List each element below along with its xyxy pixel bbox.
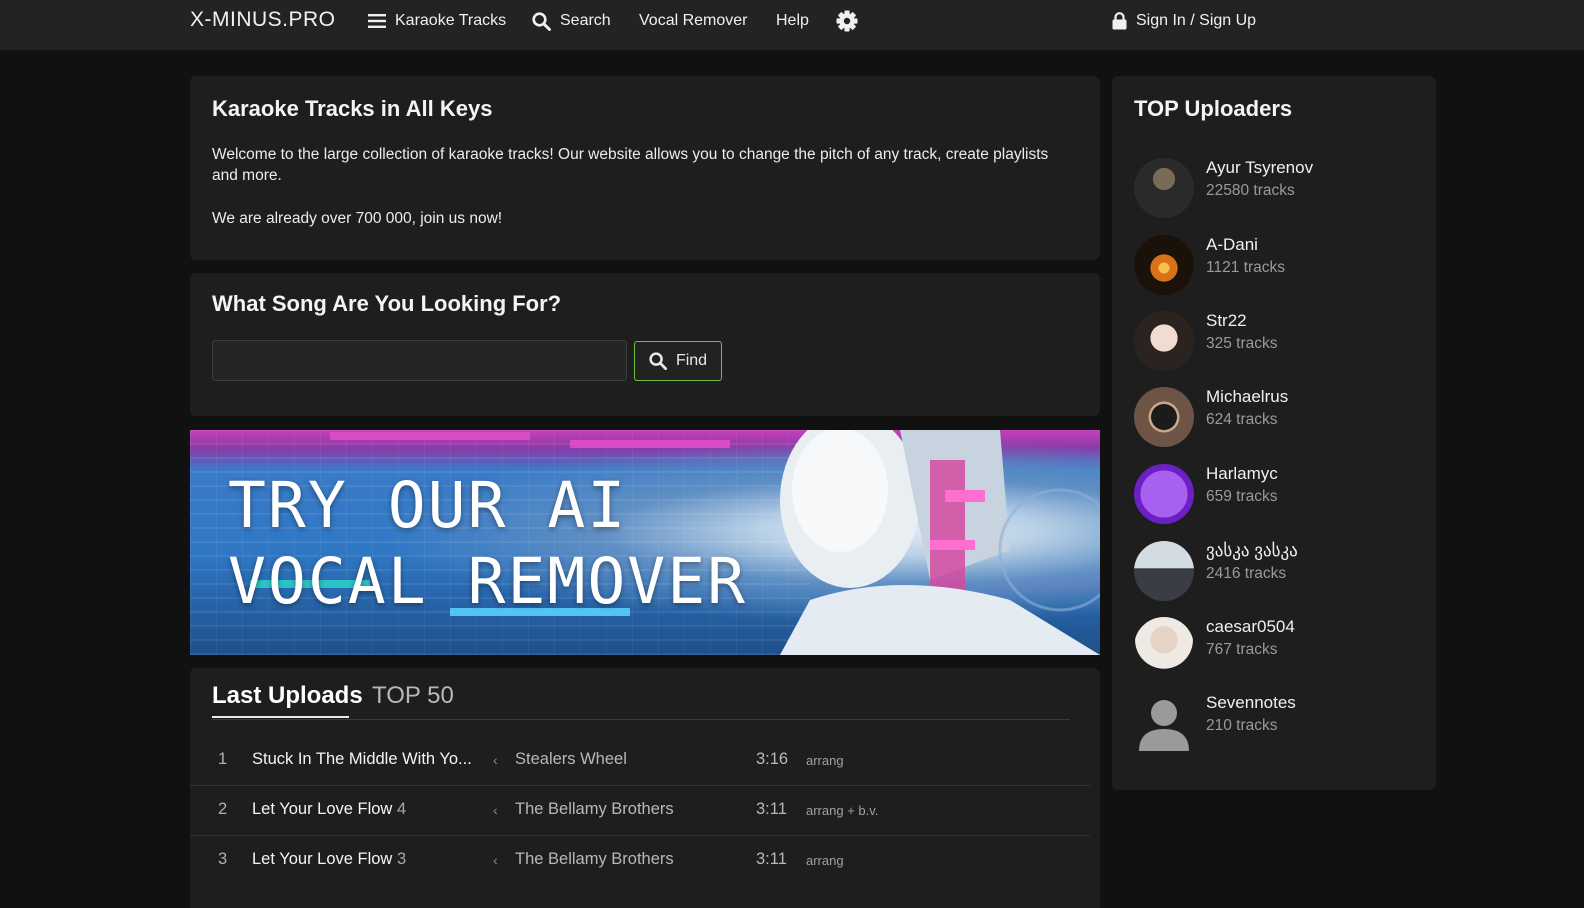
avatar bbox=[1134, 311, 1194, 371]
track-duration: 3:11 bbox=[756, 800, 787, 818]
uploader-track-count: 659 tracks bbox=[1206, 488, 1278, 505]
avatar bbox=[1134, 464, 1194, 524]
track-title[interactable]: Stuck In The Middle With Yo... bbox=[252, 750, 472, 769]
tab-top-50[interactable]: TOP 50 bbox=[372, 682, 454, 710]
track-version: 3 bbox=[396, 850, 407, 868]
top-uploaders-title: TOP Uploaders bbox=[1134, 96, 1293, 121]
track-row[interactable]: 2 Let Your Love Flow 4 ‹ The Bellamy Bro… bbox=[190, 786, 1090, 836]
uploader-track-count: 767 tracks bbox=[1206, 641, 1278, 658]
uploader-track-count: 325 tracks bbox=[1206, 335, 1278, 352]
track-number: 3 bbox=[218, 850, 228, 868]
track-duration: 3:16 bbox=[756, 750, 789, 768]
avatar bbox=[1134, 387, 1194, 447]
track-tag: arrang + b.v. bbox=[806, 803, 879, 818]
chevron-left-icon: ‹ bbox=[493, 852, 498, 868]
uploader-name: Michaelrus bbox=[1206, 387, 1289, 406]
robot-illustration bbox=[780, 430, 1100, 655]
uploader-name: ვასკა ვასკა bbox=[1206, 541, 1298, 560]
banner-line-2: VOCAL REMOVER bbox=[228, 545, 748, 618]
track-row[interactable]: 3 Let Your Love Flow 3 ‹ The Bellamy Bro… bbox=[190, 836, 1090, 886]
nav-search-label: Search bbox=[560, 12, 611, 29]
track-duration: 3:11 bbox=[756, 850, 787, 868]
track-artist[interactable]: Stealers Wheel bbox=[515, 750, 627, 769]
chevron-left-icon: ‹ bbox=[493, 802, 498, 818]
uploader-track-count: 210 tracks bbox=[1206, 717, 1278, 734]
uploader-track-count: 1121 tracks bbox=[1206, 259, 1285, 276]
nav-vocal-remover[interactable]: Vocal Remover bbox=[639, 10, 748, 32]
uploader-name: A-Dani bbox=[1206, 235, 1258, 254]
find-button-label: Find bbox=[675, 352, 708, 369]
uploader-item[interactable]: ვასკა ვასკა 2416 tracks bbox=[1134, 541, 1424, 605]
track-version: 4 bbox=[396, 800, 407, 818]
search-title: What Song Are You Looking For? bbox=[212, 291, 562, 316]
intro-join-text: We are already over 700 000, join us now… bbox=[212, 210, 503, 227]
track-number: 1 bbox=[218, 750, 228, 768]
ai-vocal-remover-banner[interactable]: TRY OUR AI VOCAL REMOVER bbox=[190, 430, 1100, 655]
banner-headline: TRY OUR AI VOCAL REMOVER bbox=[228, 468, 747, 620]
site-logo[interactable]: X-MINUS.PRO bbox=[190, 8, 336, 32]
avatar bbox=[1134, 617, 1194, 677]
nav-karaoke-tracks-label: Karaoke Tracks bbox=[395, 12, 507, 29]
uploader-item[interactable]: Sevennotes 210 tracks bbox=[1134, 693, 1424, 757]
track-title[interactable]: Let Your Love Flow 3 bbox=[252, 850, 406, 869]
nav-vocal-remover-label: Vocal Remover bbox=[639, 12, 748, 29]
default-avatar-icon bbox=[1139, 700, 1189, 751]
banner-decoration bbox=[570, 440, 730, 448]
uploader-track-count: 22580 tracks bbox=[1206, 182, 1295, 199]
banner-decoration bbox=[330, 432, 530, 440]
avatar bbox=[1134, 235, 1194, 295]
track-tag: arrang bbox=[806, 753, 844, 768]
avatar bbox=[1134, 541, 1194, 601]
uploader-item[interactable]: A-Dani 1121 tracks bbox=[1134, 235, 1424, 299]
uploader-item[interactable]: Harlamyc 659 tracks bbox=[1134, 464, 1424, 528]
tabs-divider bbox=[212, 719, 1070, 720]
uploader-item[interactable]: Str22 325 tracks bbox=[1134, 311, 1424, 375]
signin-label: Sign In / Sign Up bbox=[1136, 12, 1257, 29]
track-row[interactable]: 1 Stuck In The Middle With Yo... ‹ Steal… bbox=[190, 736, 1090, 786]
uploader-track-count: 624 tracks bbox=[1206, 411, 1278, 428]
uploader-name: Sevennotes bbox=[1206, 693, 1296, 712]
lock-icon bbox=[1112, 12, 1127, 30]
search-card: What Song Are You Looking For? Find bbox=[190, 273, 1100, 416]
tab-last-uploads[interactable]: Last Uploads bbox=[212, 682, 363, 710]
banner-line-1: TRY OUR AI bbox=[228, 469, 628, 542]
find-button[interactable]: Find bbox=[634, 341, 722, 381]
search-input[interactable] bbox=[212, 340, 627, 381]
track-tag: arrang bbox=[806, 853, 844, 868]
track-number: 2 bbox=[218, 800, 228, 818]
uploads-card: Last Uploads TOP 50 1 Stuck In The Middl… bbox=[190, 668, 1100, 908]
signin-link[interactable]: Sign In / Sign Up bbox=[1112, 10, 1256, 32]
uploader-track-count: 2416 tracks bbox=[1206, 565, 1287, 582]
avatar bbox=[1134, 158, 1194, 218]
uploader-item[interactable]: Michaelrus 624 tracks bbox=[1134, 387, 1424, 451]
track-title[interactable]: Let Your Love Flow 4 bbox=[252, 800, 406, 819]
uploader-name: caesar0504 bbox=[1206, 617, 1295, 636]
intro-card: Karaoke Tracks in All Keys Welcome to th… bbox=[190, 76, 1100, 260]
gear-icon bbox=[836, 10, 858, 32]
nav-help-label: Help bbox=[776, 12, 809, 29]
nav-search[interactable]: Search bbox=[532, 10, 611, 32]
active-tab-indicator bbox=[212, 716, 349, 718]
nav-help[interactable]: Help bbox=[776, 10, 809, 32]
uploader-name: Ayur Tsyrenov bbox=[1206, 158, 1314, 177]
search-icon bbox=[649, 352, 667, 370]
intro-title: Karaoke Tracks in All Keys bbox=[212, 96, 493, 121]
chevron-left-icon: ‹ bbox=[493, 752, 498, 768]
hamburger-icon bbox=[368, 14, 386, 28]
top-uploaders-card: TOP Uploaders Ayur Tsyrenov 22580 tracks… bbox=[1112, 76, 1436, 790]
top-nav-bar: X-MINUS.PRO Karaoke Tracks Search Vocal … bbox=[0, 0, 1584, 50]
intro-paragraph: Welcome to the large collection of karao… bbox=[212, 146, 1049, 184]
track-artist[interactable]: The Bellamy Brothers bbox=[515, 800, 674, 819]
settings-button[interactable] bbox=[836, 10, 858, 32]
search-icon bbox=[532, 11, 551, 31]
uploader-item[interactable]: Ayur Tsyrenov 22580 tracks bbox=[1134, 158, 1424, 222]
nav-karaoke-tracks[interactable]: Karaoke Tracks bbox=[368, 10, 506, 32]
uploader-name: Str22 bbox=[1206, 311, 1247, 330]
uploader-name: Harlamyc bbox=[1206, 464, 1278, 483]
track-artist[interactable]: The Bellamy Brothers bbox=[515, 850, 674, 869]
uploader-item[interactable]: caesar0504 767 tracks bbox=[1134, 617, 1424, 681]
